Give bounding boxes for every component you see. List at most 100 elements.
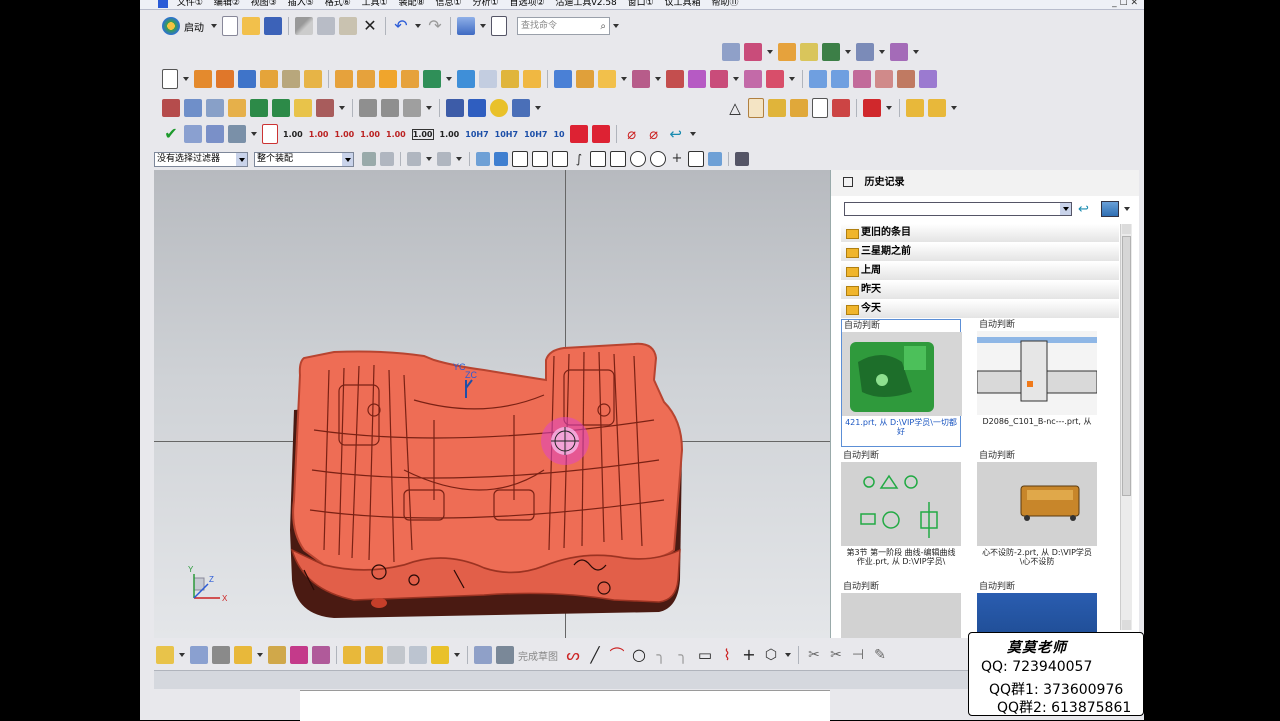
note-icon[interactable] xyxy=(812,98,828,118)
history-view-mode-icon[interactable] xyxy=(1101,201,1119,217)
sketch-icon[interactable] xyxy=(162,69,178,89)
open-folder-icon[interactable] xyxy=(242,17,260,35)
sketch-project-icon[interactable] xyxy=(268,646,286,664)
tool-dropdown-icon[interactable] xyxy=(535,106,541,110)
body-select-icon[interactable] xyxy=(494,152,508,166)
sketch-plane-icon[interactable] xyxy=(190,646,208,664)
history-filter-select[interactable] xyxy=(844,202,1072,216)
select-method-dropdown-icon[interactable] xyxy=(426,157,432,161)
history-group-today[interactable]: 今天 xyxy=(841,300,1119,318)
point-dropdown-icon[interactable] xyxy=(879,50,885,54)
information-icon[interactable] xyxy=(491,16,507,36)
extract-icon[interactable] xyxy=(710,70,728,88)
dim-format-2[interactable]: 1.00 xyxy=(309,130,329,139)
redo-icon[interactable]: ↷ xyxy=(426,17,444,35)
sketch-capsule-icon[interactable] xyxy=(431,646,449,664)
title-block-icon[interactable] xyxy=(768,99,786,117)
history-card[interactable]: 自动判断 421.prt, 从 D:\VIP学员\一切都好 xyxy=(841,319,962,447)
sketch-offset-icon[interactable] xyxy=(312,646,330,664)
move-face-icon[interactable] xyxy=(598,70,616,88)
menu-information[interactable]: 信息① xyxy=(436,0,462,8)
history-group-yesterday[interactable]: 昨天 xyxy=(841,281,1119,299)
tolerance-icon[interactable] xyxy=(863,99,881,117)
sketch-more-dropdown-icon[interactable] xyxy=(454,653,460,657)
history-back-icon[interactable]: ↩ xyxy=(1078,202,1089,217)
circle-icon[interactable]: ○ xyxy=(630,646,648,664)
type-filter-select[interactable]: 没有选择过滤器 xyxy=(154,151,248,167)
history-card[interactable]: 自动判断 D2086_C101_B-nc---.prt, 从 xyxy=(977,319,1097,445)
dimension-style-icon[interactable] xyxy=(184,125,202,143)
paste-icon[interactable] xyxy=(339,17,357,35)
diameter-icon[interactable]: ⌀ xyxy=(623,125,641,143)
mold-part-body[interactable] xyxy=(292,342,684,574)
rectangle-select-icon[interactable] xyxy=(437,152,451,166)
sketch-task-dropdown-icon[interactable] xyxy=(179,653,185,657)
cut-icon[interactable] xyxy=(295,17,313,35)
type-filter-dropdown-icon[interactable] xyxy=(236,152,247,166)
suppress-icon[interactable] xyxy=(272,99,290,117)
fit-format-4[interactable]: 10 xyxy=(553,130,564,139)
history-card[interactable]: 自动判断 xyxy=(841,581,961,638)
sketch-point-dropdown-icon[interactable] xyxy=(257,653,263,657)
expression-icon[interactable] xyxy=(446,99,464,117)
quick-extend-icon[interactable]: ✂ xyxy=(827,646,845,664)
snap-curve-icon[interactable]: ∫ xyxy=(572,152,586,166)
menu-file[interactable]: 文件① xyxy=(177,0,203,8)
reference-set-icon[interactable] xyxy=(490,99,508,117)
snap-mid-icon[interactable] xyxy=(532,151,548,167)
assembly-dropdown-icon[interactable] xyxy=(951,106,957,110)
move-object-icon[interactable] xyxy=(822,43,840,61)
select-method-icon[interactable] xyxy=(407,152,421,166)
sketch-relations-icon[interactable] xyxy=(387,646,405,664)
undo-dropdown-icon[interactable] xyxy=(415,24,421,28)
scope-select[interactable]: 整个装配 xyxy=(254,151,354,167)
menu-format[interactable]: 格式⑥ xyxy=(325,0,351,8)
shape-dropdown-icon[interactable] xyxy=(785,653,791,657)
eraser-icon[interactable] xyxy=(381,99,399,117)
tolerance-dropdown-icon[interactable] xyxy=(886,106,892,110)
menu-edit[interactable]: 编辑② xyxy=(214,0,240,8)
check-icon[interactable]: ✔ xyxy=(162,125,180,143)
component-icon[interactable] xyxy=(928,99,946,117)
history-card[interactable]: 自动判断 心不设防-2.prt, 从 D:\VIP学员\心不设防 xyxy=(977,450,1097,576)
patch-dropdown-icon[interactable] xyxy=(789,77,795,81)
scope-dropdown-icon[interactable] xyxy=(342,152,353,166)
trim-body-icon[interactable] xyxy=(423,70,441,88)
polyline-icon[interactable]: ⌇ xyxy=(718,646,736,664)
dim-format-6[interactable]: 1.00 xyxy=(411,128,434,140)
snap-center-icon[interactable] xyxy=(630,151,646,167)
view-create-icon[interactable] xyxy=(790,99,808,117)
model-view[interactable]: YC ZC X Y Z xyxy=(154,170,830,638)
offset-face-icon[interactable] xyxy=(554,70,572,88)
profile-icon[interactable]: ᔕ xyxy=(564,646,582,664)
baseline-icon[interactable] xyxy=(262,124,278,144)
tool-icon[interactable] xyxy=(512,99,530,117)
scroll-up-icon[interactable] xyxy=(1122,224,1131,234)
history-filter-dropdown-icon[interactable] xyxy=(1060,203,1071,215)
point-icon[interactable] xyxy=(856,43,874,61)
feature-table-icon[interactable] xyxy=(184,99,202,117)
pattern-icon[interactable] xyxy=(379,70,397,88)
sketch-edit-icon[interactable]: ✎ xyxy=(871,646,889,664)
make-corner-icon[interactable]: ⊣ xyxy=(849,646,867,664)
selection-scope-icon[interactable] xyxy=(380,152,394,166)
snap-line-icon[interactable] xyxy=(552,151,568,167)
polygon-icon[interactable]: ⬡ xyxy=(762,646,780,664)
sketch-name-icon[interactable] xyxy=(496,646,514,664)
search-dropdown-icon[interactable] xyxy=(613,24,619,28)
part-navigator-icon[interactable] xyxy=(206,99,224,117)
history-scrollbar[interactable] xyxy=(1120,224,1132,630)
search-icon[interactable]: ⌕ xyxy=(600,19,606,35)
triangle-icon[interactable]: △ xyxy=(726,99,744,117)
cylinder-icon[interactable] xyxy=(260,70,278,88)
draft-icon[interactable] xyxy=(523,70,541,88)
annotation-icon[interactable] xyxy=(206,125,224,143)
pencil-icon[interactable] xyxy=(359,99,377,117)
dim-format-7[interactable]: 1.00 xyxy=(440,130,460,139)
attribute-icon[interactable] xyxy=(468,99,486,117)
unite-icon[interactable] xyxy=(335,70,353,88)
start-dropdown-icon[interactable] xyxy=(211,24,217,28)
arc-icon[interactable]: ⌒ xyxy=(608,646,626,664)
move-dropdown-icon[interactable] xyxy=(845,50,851,54)
history-group-last-week[interactable]: 上周 xyxy=(841,262,1119,280)
